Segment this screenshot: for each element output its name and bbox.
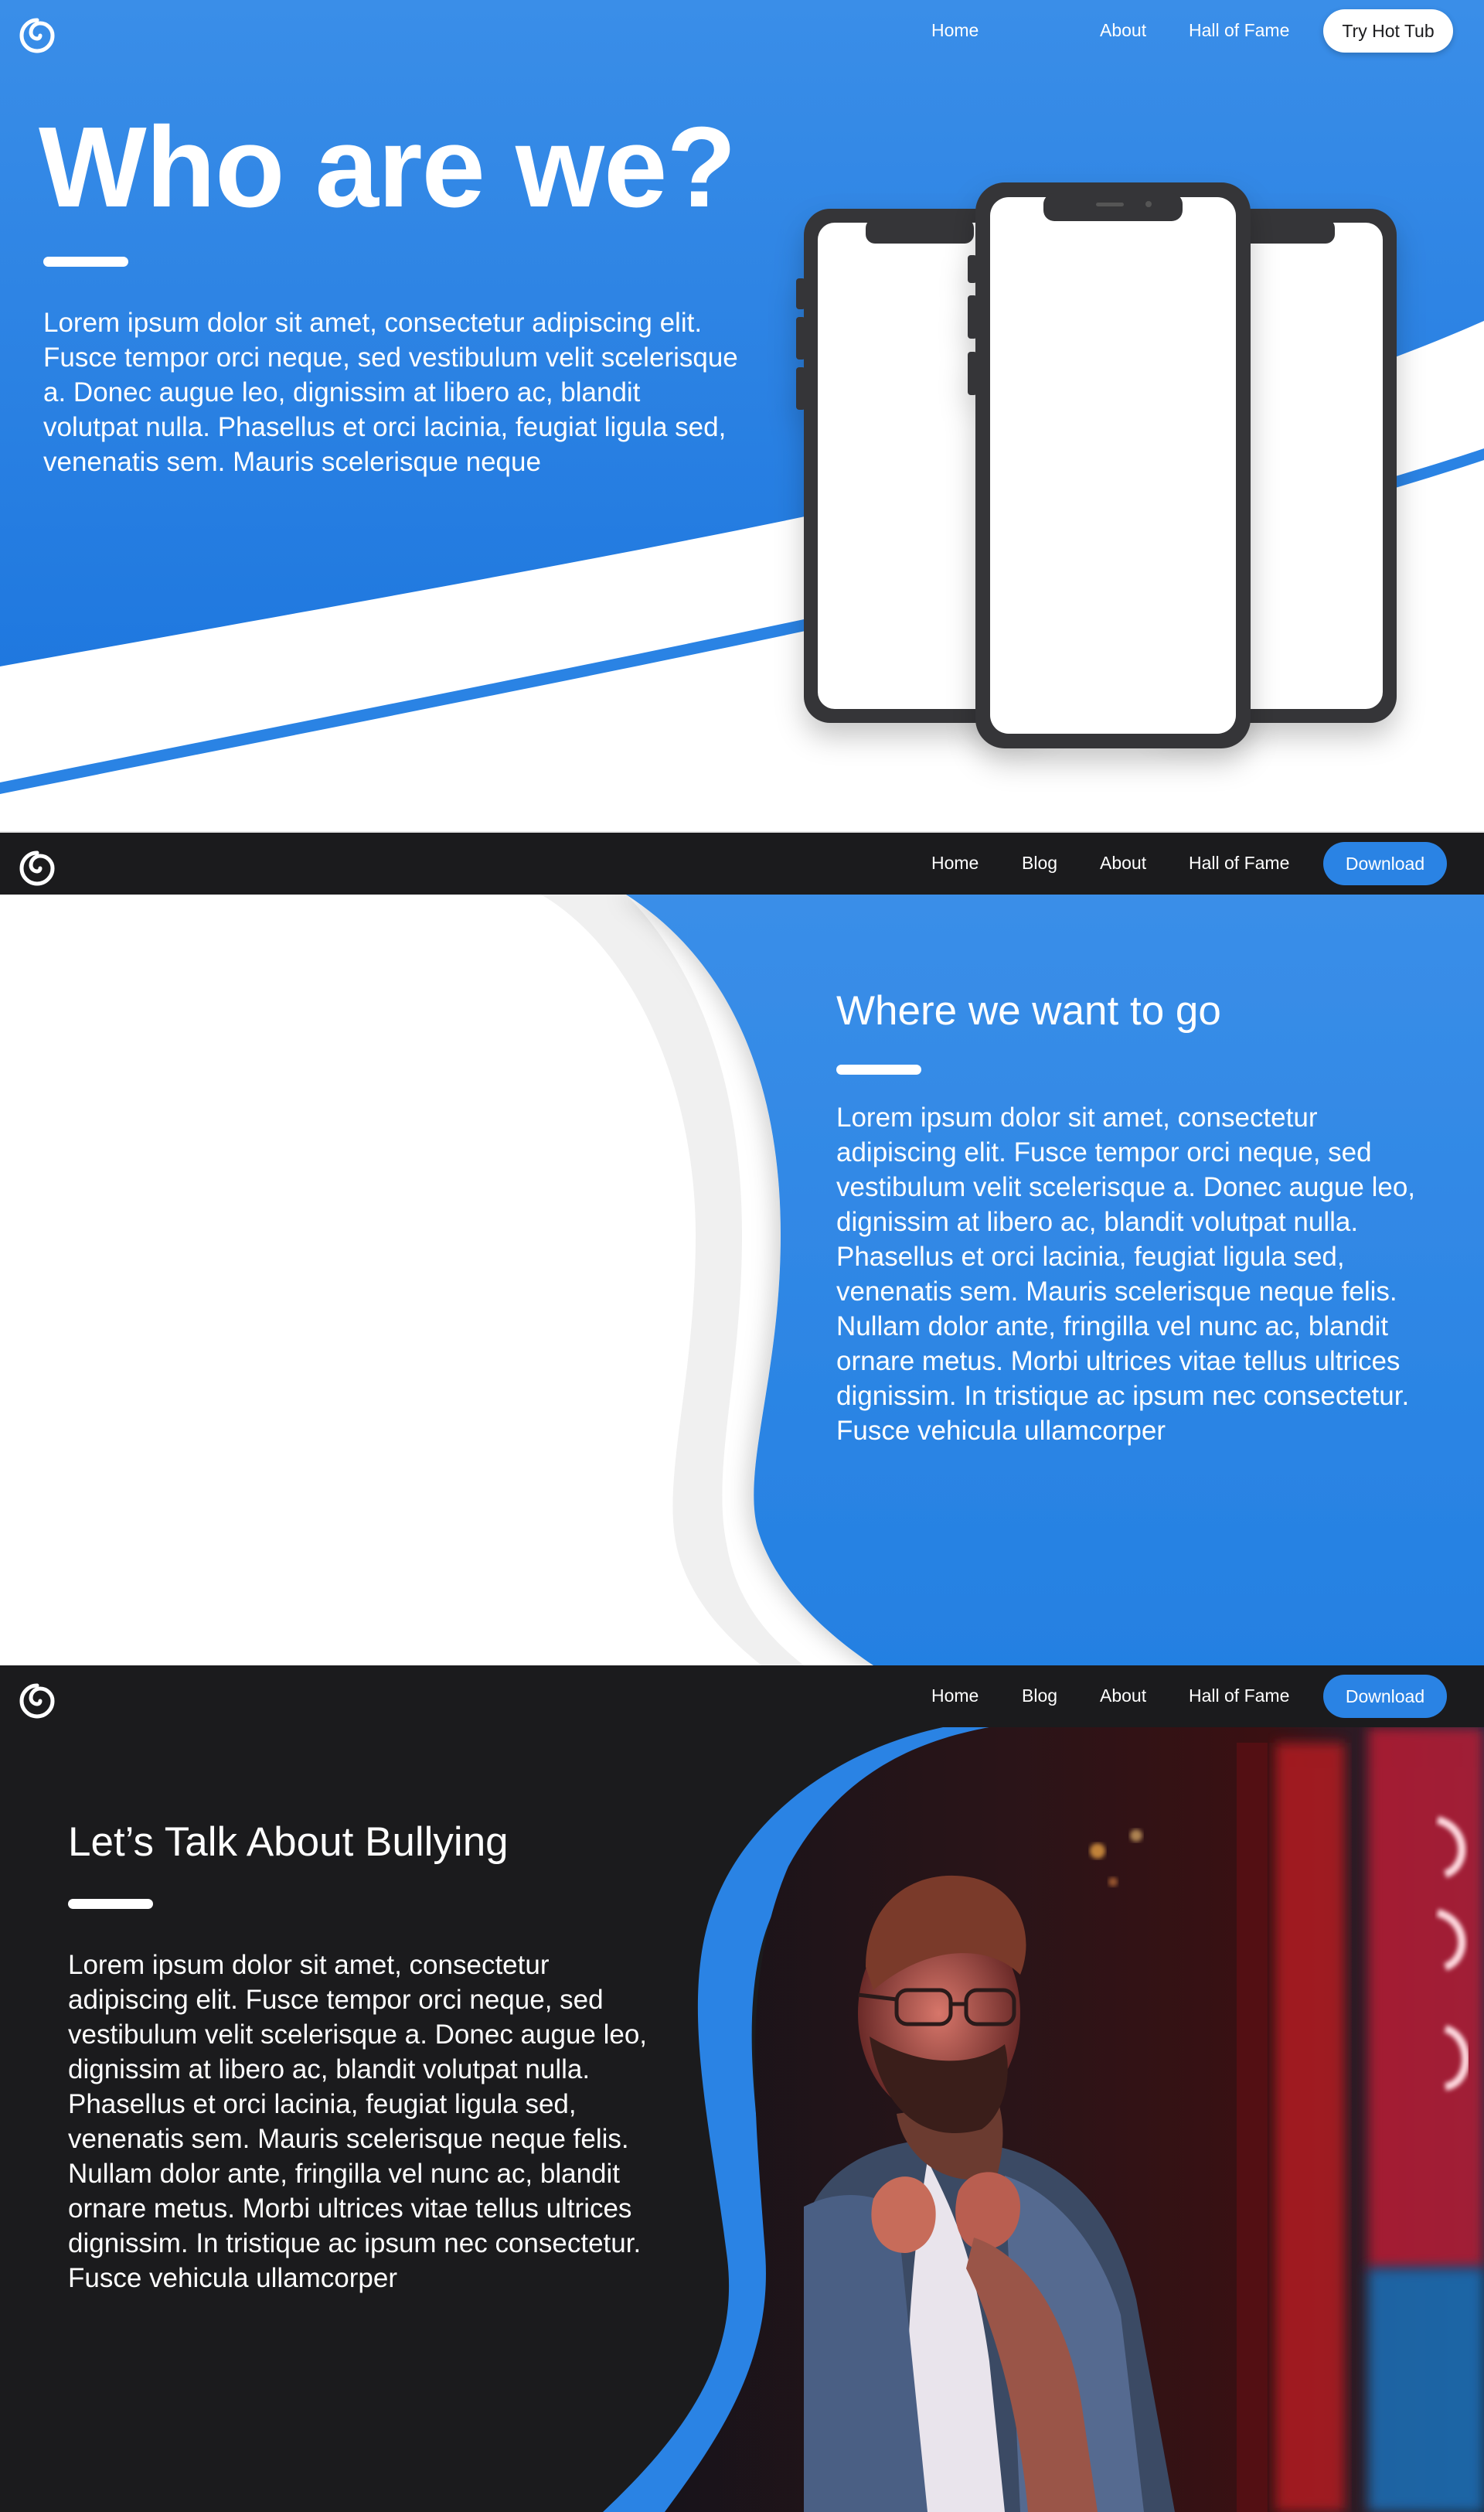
hero-body-text: Lorem ipsum dolor sit amet, consectetur … [43,308,738,477]
bullying-section: Home Blog About Hall of Fame Download Le… [0,1665,1484,2512]
vision-title-underline [836,1065,921,1075]
nav-home-link[interactable]: Home [931,1685,979,1706]
nav-home-link[interactable]: Home [931,853,979,874]
download-button[interactable]: Download [1323,1675,1447,1718]
nav-hall-of-fame-link[interactable]: Hall of Fame [1189,20,1289,41]
top-nav: Home Blog About Hall of Fame Download [0,1665,1484,1727]
nav-about-link[interactable]: About [1100,20,1146,41]
top-nav: Home About Hall of Fame Try Hot Tub [0,0,1484,62]
vision-body-text: Lorem ipsum dolor sit amet, consectetur … [836,1103,1416,1446]
nav-blog-link[interactable]: Blog [1022,853,1057,874]
spiral-logo-icon[interactable] [15,1679,59,1723]
vision-title: Where we want to go [836,988,1221,1034]
nav-blog-link[interactable]: Blog [1022,1685,1057,1706]
hero-title: Who are we? [39,104,737,231]
top-nav: Home Blog About Hall of Fame Download [0,833,1484,895]
download-button[interactable]: Download [1323,842,1447,885]
spiral-logo-icon[interactable] [15,847,59,890]
vision-section: Home Blog About Hall of Fame Download Wh… [0,833,1484,1665]
nav-hall-of-fame-link[interactable]: Hall of Fame [1189,853,1289,874]
bullying-title: Let’s Talk About Bullying [68,1819,509,1865]
nav-about-link[interactable]: About [1100,853,1146,874]
try-hot-tub-button[interactable]: Try Hot Tub [1323,9,1453,53]
phone-mockups [796,182,1397,748]
nav-about-link[interactable]: About [1100,1685,1146,1706]
spiral-logo-icon[interactable] [15,14,59,57]
bullying-title-underline [68,1899,153,1909]
nav-home-link[interactable]: Home [931,20,979,41]
nav-hall-of-fame-link[interactable]: Hall of Fame [1189,1685,1289,1706]
hero-title-underline [43,257,128,267]
bullying-body-text: Lorem ipsum dolor sit amet, consectetur … [68,1950,648,2293]
hero-section: Home About Hall of Fame Try Hot Tub Who … [0,0,1484,833]
